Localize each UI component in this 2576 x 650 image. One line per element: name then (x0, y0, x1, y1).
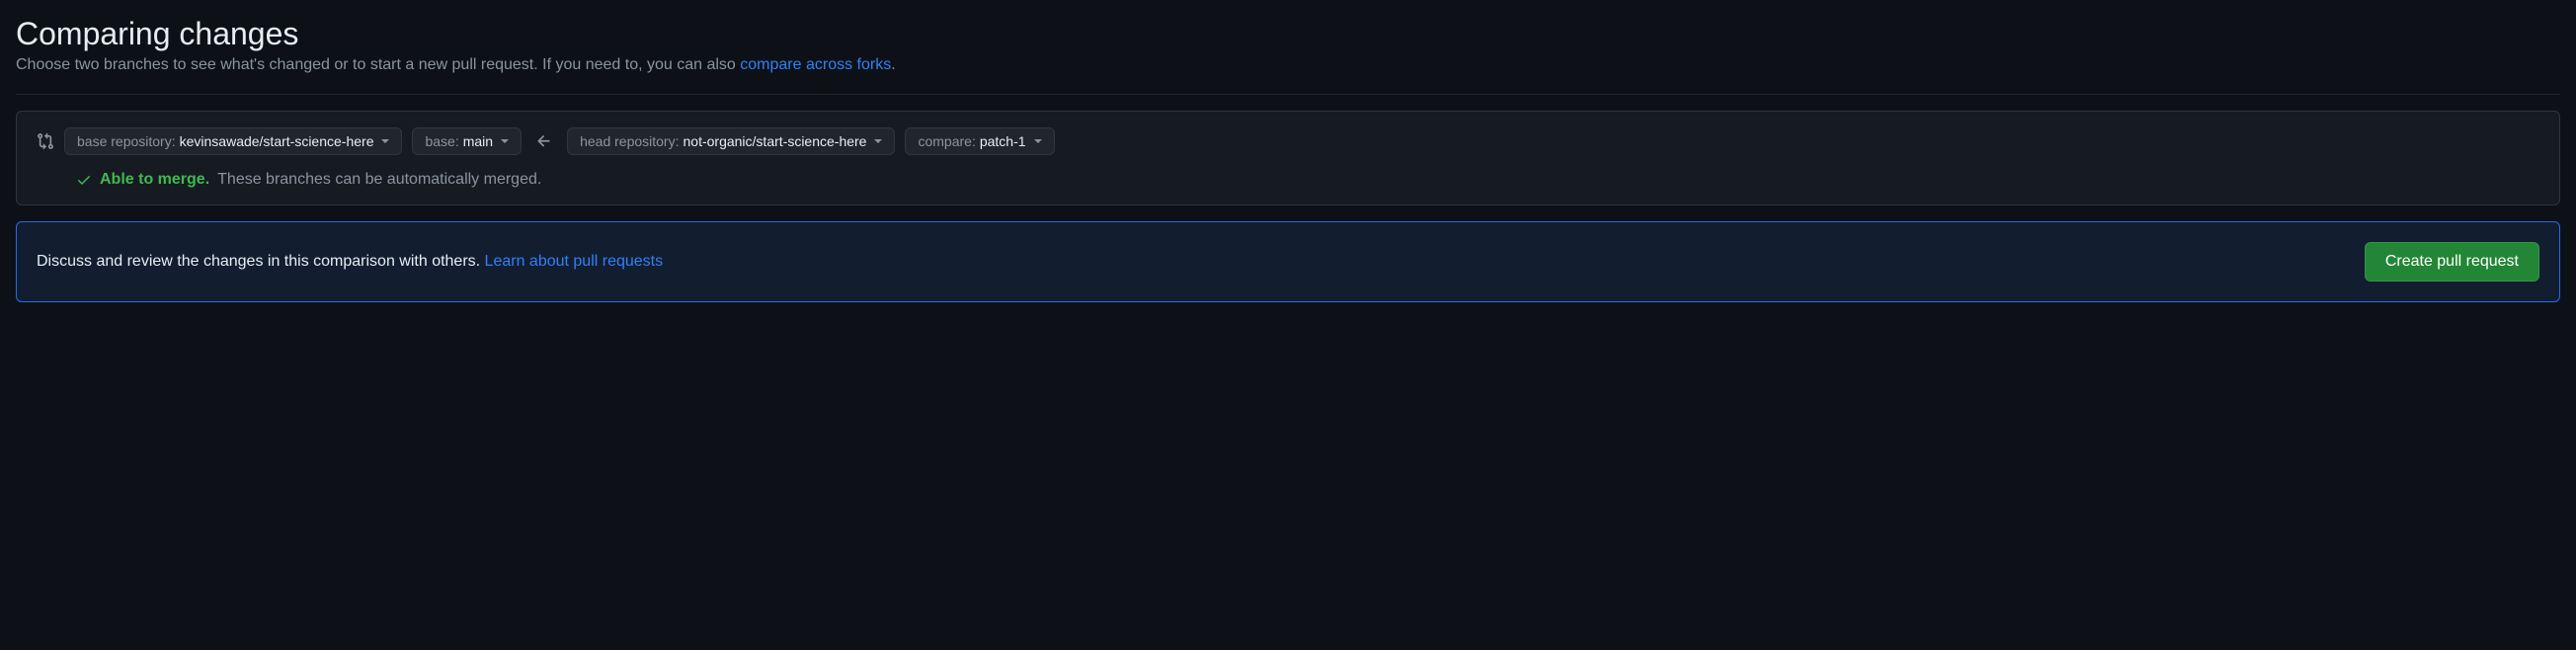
compare-branch-selector[interactable]: compare: patch-1 (905, 127, 1054, 155)
base-repository-selector[interactable]: base repository: kevinsawade/start-scien… (64, 127, 402, 155)
chevron-down-icon (1034, 139, 1042, 143)
head-repository-selector[interactable]: head repository: not-organic/start-scien… (567, 127, 895, 155)
compare-box: base repository: kevinsawade/start-scien… (16, 111, 2560, 205)
compare-branch-value: patch-1 (980, 133, 1026, 149)
base-repo-label: base repository: (77, 133, 176, 149)
head-repo-value: not-organic/start-science-here (684, 133, 867, 149)
base-branch-selector[interactable]: base: main (412, 127, 522, 155)
base-branch-value: main (463, 133, 493, 149)
merge-able-text: Able to merge. (100, 171, 209, 189)
pr-text: Discuss and review the changes in this c… (37, 253, 485, 270)
arrow-left-icon (531, 132, 557, 150)
base-branch-label: base: (425, 133, 458, 149)
merge-detail-text: These branches can be automatically merg… (217, 171, 541, 189)
subtitle-text: Choose two branches to see what's change… (16, 56, 740, 73)
compare-branch-label: compare: (918, 133, 975, 149)
head-repo-label: head repository: (580, 133, 679, 149)
compare-across-forks-link[interactable]: compare across forks (740, 56, 891, 73)
chevron-down-icon (874, 139, 882, 143)
pr-description: Discuss and review the changes in this c… (37, 253, 663, 271)
chevron-down-icon (501, 139, 509, 143)
merge-status: Able to merge. These branches can be aut… (76, 171, 2539, 189)
check-icon (76, 172, 92, 188)
subtitle-suffix: . (891, 56, 895, 73)
pull-request-box: Discuss and review the changes in this c… (16, 221, 2560, 302)
base-repo-value: kevinsawade/start-science-here (180, 133, 374, 149)
page-title: Comparing changes (16, 16, 2560, 52)
git-compare-icon (37, 132, 54, 150)
branch-selector-row: base repository: kevinsawade/start-scien… (37, 127, 2539, 155)
page-subtitle: Choose two branches to see what's change… (16, 56, 2560, 74)
create-pull-request-button[interactable]: Create pull request (2365, 242, 2539, 282)
learn-pull-requests-link[interactable]: Learn about pull requests (485, 253, 664, 270)
divider (16, 94, 2560, 95)
chevron-down-icon (381, 139, 389, 143)
